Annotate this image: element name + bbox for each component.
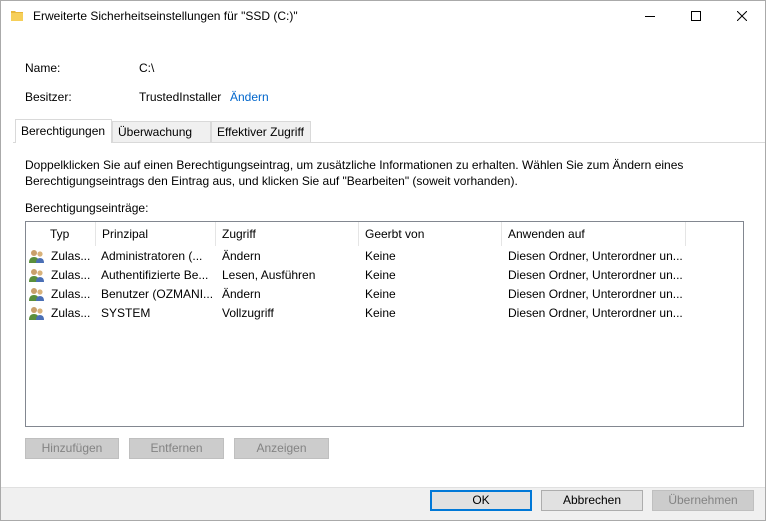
- tab-effective-access[interactable]: Effektiver Zugriff: [211, 121, 311, 142]
- row-inherited: Keine: [365, 287, 396, 301]
- table-row[interactable]: Zulas... SYSTEM Vollzugriff Keine Diesen…: [26, 304, 743, 323]
- row-principal: SYSTEM: [101, 306, 151, 320]
- view-button[interactable]: Anzeigen: [234, 438, 329, 459]
- add-button[interactable]: Hinzufügen: [25, 438, 119, 459]
- column-access[interactable]: Zugriff: [216, 222, 359, 246]
- security-settings-window: Erweiterte Sicherheitseinstellungen für …: [0, 0, 766, 521]
- row-principal: Administratoren (...: [101, 249, 203, 263]
- permission-entries-list[interactable]: Typ Prinzipal Zugriff Geerbt von Anwende…: [25, 221, 744, 427]
- row-type: Zulas...: [51, 249, 91, 263]
- ok-button[interactable]: OK: [430, 490, 532, 511]
- owner-label: Besitzer:: [25, 90, 72, 104]
- remove-button[interactable]: Entfernen: [129, 438, 224, 459]
- dialog-content: Name: C:\ Besitzer: TrustedInstaller Änd…: [1, 31, 765, 487]
- folder-icon: [11, 11, 23, 21]
- minimize-button[interactable]: [627, 1, 673, 31]
- row-applies: Diesen Ordner, Unterordner un...: [508, 249, 683, 263]
- name-label: Name:: [25, 61, 61, 75]
- table-row[interactable]: Zulas... Administratoren (... Ändern Kei…: [26, 247, 743, 266]
- row-principal: Authentifizierte Be...: [101, 268, 209, 282]
- entries-label: Berechtigungseinträge:: [25, 201, 149, 215]
- close-button[interactable]: [719, 1, 765, 31]
- row-applies: Diesen Ordner, Unterordner un...: [508, 287, 683, 301]
- row-principal: Benutzer (OZMANI...: [101, 287, 213, 301]
- users-icon: [29, 307, 44, 320]
- tab-auditing[interactable]: Überwachung: [112, 121, 211, 142]
- minimize-icon: [645, 16, 655, 17]
- maximize-icon: [691, 11, 701, 21]
- users-icon: [29, 269, 44, 282]
- column-applies-to[interactable]: Anwenden auf: [502, 222, 686, 246]
- permissions-description: Doppelklicken Sie auf einen Berechtigung…: [25, 158, 684, 188]
- title-bar[interactable]: Erweiterte Sicherheitseinstellungen für …: [1, 1, 765, 31]
- list-header: Typ Prinzipal Zugriff Geerbt von Anwende…: [26, 222, 743, 246]
- name-value: C:\: [139, 61, 155, 75]
- table-row[interactable]: Zulas... Authentifizierte Be... Lesen, A…: [26, 266, 743, 285]
- apply-button[interactable]: Übernehmen: [652, 490, 754, 511]
- tab-permissions[interactable]: Berechtigungen: [15, 119, 112, 143]
- row-applies: Diesen Ordner, Unterordner un...: [508, 306, 683, 320]
- owner-value: TrustedInstaller: [139, 90, 222, 104]
- window-title: Erweiterte Sicherheitseinstellungen für …: [33, 9, 298, 23]
- column-inherited-from[interactable]: Geerbt von: [359, 222, 502, 246]
- row-applies: Diesen Ordner, Unterordner un...: [508, 268, 683, 282]
- close-icon: [737, 11, 747, 21]
- row-type: Zulas...: [51, 287, 91, 301]
- row-access: Vollzugriff: [222, 306, 274, 320]
- column-type[interactable]: Typ: [44, 222, 96, 246]
- users-icon: [29, 288, 44, 301]
- change-owner-link[interactable]: Ändern: [230, 90, 269, 104]
- row-type: Zulas...: [51, 268, 91, 282]
- maximize-button[interactable]: [673, 1, 719, 31]
- row-access: Lesen, Ausführen: [222, 268, 316, 282]
- row-type: Zulas...: [51, 306, 91, 320]
- table-row[interactable]: Zulas... Benutzer (OZMANI... Ändern Kein…: [26, 285, 743, 304]
- footer-divider: [1, 487, 765, 488]
- column-principal[interactable]: Prinzipal: [96, 222, 216, 246]
- tab-strip-line: [13, 142, 765, 143]
- row-access: Ändern: [222, 249, 261, 263]
- users-icon: [29, 250, 44, 263]
- cancel-button[interactable]: Abbrechen: [541, 490, 643, 511]
- row-inherited: Keine: [365, 249, 396, 263]
- row-inherited: Keine: [365, 268, 396, 282]
- row-access: Ändern: [222, 287, 261, 301]
- row-inherited: Keine: [365, 306, 396, 320]
